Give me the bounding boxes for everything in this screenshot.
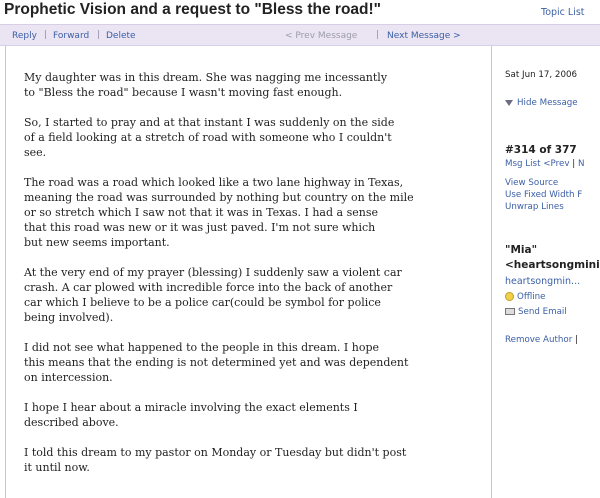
hide-message-link[interactable]: Hide Message	[505, 98, 578, 108]
message-action-bar: Reply | Forward | Delete < Prev Message …	[0, 24, 600, 46]
author-name: "Mia"	[505, 244, 538, 256]
message-paragraph: So, I started to pray and at that instan…	[24, 116, 395, 159]
reply-link[interactable]: Reply	[12, 31, 37, 41]
message-paragraph: I hope I hear about a miracle involving …	[24, 401, 358, 429]
view-source-link[interactable]: View Source	[505, 178, 558, 188]
envelope-icon	[505, 308, 515, 315]
send-email-label: Send Email	[518, 307, 567, 317]
message-paragraph: At the very end of my prayer (blessing) …	[24, 266, 402, 324]
collapse-triangle-icon	[505, 99, 513, 106]
message-date: Sat Jun 17, 2006	[505, 70, 578, 80]
unwrap-lines-link[interactable]: Unwrap Lines	[505, 202, 564, 212]
prev-link[interactable]: <Prev	[543, 159, 569, 169]
message-panel: My daughter was in this dream. She was n…	[5, 46, 492, 498]
message-paragraph: My daughter was in this dream. She was n…	[24, 71, 388, 99]
action-separator: |	[376, 30, 380, 40]
topic-list-link[interactable]: Topic List	[541, 7, 585, 18]
action-separator: |	[97, 30, 101, 40]
send-email-link[interactable]: Send Email	[505, 307, 567, 317]
next-link[interactable]: N	[578, 159, 585, 169]
message-sidebar: Sat Jun 17, 2006 Hide Message #314 of 37…	[497, 46, 600, 498]
delete-link[interactable]: Delete	[106, 31, 136, 41]
nav-separator: |	[572, 159, 576, 169]
next-message-link[interactable]: Next Message >	[387, 31, 461, 41]
message-body: My daughter was in this dream. She was n…	[24, 70, 484, 490]
page-title: Prophetic Vision and a request to "Bless…	[4, 1, 382, 18]
status-label: Offline	[517, 292, 546, 302]
remove-separator: |	[575, 335, 578, 345]
remove-author-row: Remove Author |	[505, 335, 578, 345]
message-paragraph: I did not see what happened to the peopl…	[24, 341, 409, 384]
remove-author-link[interactable]: Remove Author	[505, 335, 572, 345]
message-paragraph: The road was a road which looked like a …	[24, 176, 414, 249]
hide-message-label: Hide Message	[517, 98, 578, 108]
msg-list-link[interactable]: Msg List	[505, 159, 540, 169]
status-smiley-icon	[505, 292, 514, 301]
author-email: <heartsongminis	[505, 259, 600, 271]
title-bar: Prophetic Vision and a request to "Bless…	[0, 0, 600, 24]
fixed-width-link[interactable]: Use Fixed Width F	[505, 190, 582, 200]
author-profile-link[interactable]: heartsongmin...	[505, 276, 580, 287]
message-paragraph: I told this dream to my pastor on Monday…	[24, 446, 407, 474]
online-status: Offline	[505, 292, 546, 302]
msg-nav: Msg List <Prev | N	[505, 159, 584, 169]
prev-message-link: < Prev Message	[285, 31, 358, 41]
action-separator: |	[44, 30, 48, 40]
message-number: #314 of 377	[505, 144, 577, 156]
forward-link[interactable]: Forward	[53, 31, 89, 41]
